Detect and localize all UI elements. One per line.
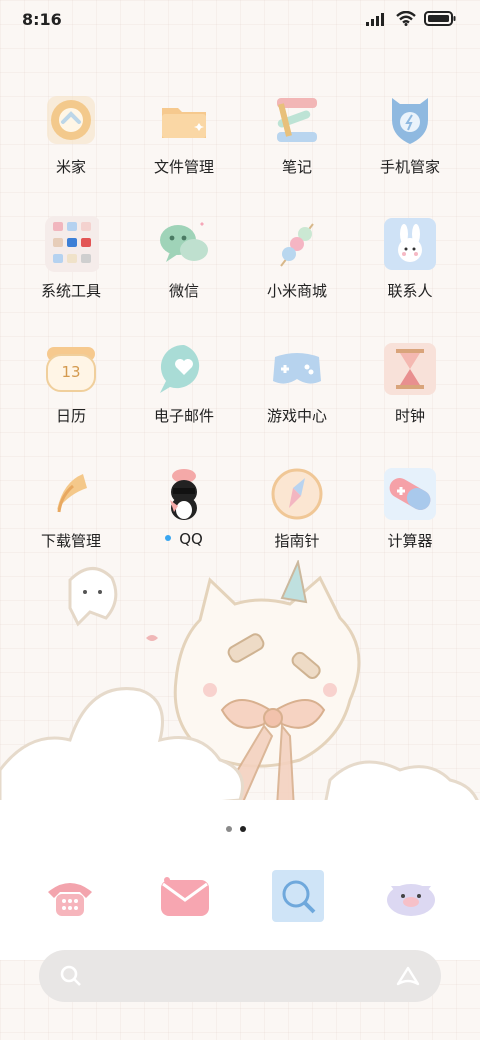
game-icon — [269, 341, 325, 397]
app-files[interactable]: 文件管理 — [129, 92, 239, 202]
clock-icon — [382, 341, 438, 397]
download-icon — [43, 466, 99, 522]
assistant-icon[interactable] — [395, 964, 421, 988]
signal-icon — [366, 12, 384, 26]
page-indicator — [226, 826, 246, 832]
email-icon — [156, 341, 212, 397]
app-mi-store[interactable]: 小米商城 — [242, 216, 352, 326]
app-security[interactable]: 手机管家 — [355, 92, 465, 202]
app-notes[interactable]: 笔记 — [242, 92, 352, 202]
app-label: 计算器 — [387, 532, 433, 550]
messages-icon — [161, 877, 209, 916]
search-icon[interactable] — [59, 964, 83, 988]
app-wechat[interactable]: 微信 — [129, 216, 239, 326]
calculator-icon — [382, 466, 438, 522]
app-game-center[interactable]: 游戏中心 — [242, 341, 352, 451]
qq-icon — [156, 466, 212, 522]
app-label: 下载管理 — [40, 532, 101, 550]
camera-icon — [387, 884, 435, 916]
notes-icon — [269, 92, 325, 148]
wechat-icon — [156, 216, 212, 272]
app-clock[interactable]: 时钟 — [355, 341, 465, 451]
app-email[interactable]: 电子邮件 — [129, 341, 239, 451]
calendar-date: 13 — [61, 363, 81, 381]
phone-icon — [48, 883, 92, 916]
compass-icon — [269, 466, 325, 522]
app-label: 游戏中心 — [266, 407, 327, 425]
search-bar[interactable] — [39, 950, 441, 1002]
status-bar: 8:16 — [0, 0, 480, 40]
app-label: 文件管理 — [153, 158, 214, 176]
app-label: 日历 — [55, 407, 86, 425]
app-label: 小米商城 — [266, 282, 327, 300]
status-icons — [366, 11, 456, 26]
new-indicator — [165, 534, 172, 541]
dock-camera[interactable] — [383, 868, 439, 924]
folder-icon — [156, 92, 212, 148]
app-label: 手机管家 — [379, 158, 440, 176]
wifi-icon — [396, 11, 416, 26]
store-icon — [269, 216, 325, 272]
battery-icon — [424, 11, 456, 26]
app-label: 笔记 — [281, 158, 312, 176]
contacts-icon — [382, 216, 438, 272]
security-icon — [382, 92, 438, 148]
mijia-icon — [43, 92, 99, 148]
app-label: 米家 — [55, 158, 86, 176]
calendar-icon: 13 — [43, 341, 99, 397]
app-label: 电子邮件 — [153, 407, 214, 425]
app-mijia[interactable]: 米家 — [16, 92, 126, 202]
app-system-tools[interactable]: 系统工具 — [16, 216, 126, 326]
page-dot[interactable] — [226, 826, 232, 832]
dock — [0, 860, 480, 930]
app-contacts[interactable]: 联系人 — [355, 216, 465, 326]
browser-icon — [272, 870, 324, 922]
app-label: 指南针 — [274, 532, 320, 550]
app-label: QQ — [129, 530, 239, 548]
dock-messages[interactable] — [157, 868, 213, 924]
app-label: 系统工具 — [40, 282, 101, 300]
page-dot-active[interactable] — [240, 826, 246, 832]
app-label: 微信 — [168, 282, 199, 300]
dock-phone[interactable] — [42, 868, 98, 924]
app-calendar[interactable]: 13 日历 — [16, 341, 126, 451]
app-label: 时钟 — [394, 407, 425, 425]
app-label-text: QQ — [179, 530, 203, 548]
app-label: 联系人 — [387, 282, 433, 300]
status-time: 8:16 — [22, 10, 62, 29]
dock-browser[interactable] — [270, 868, 326, 924]
tools-folder-icon — [43, 216, 101, 272]
